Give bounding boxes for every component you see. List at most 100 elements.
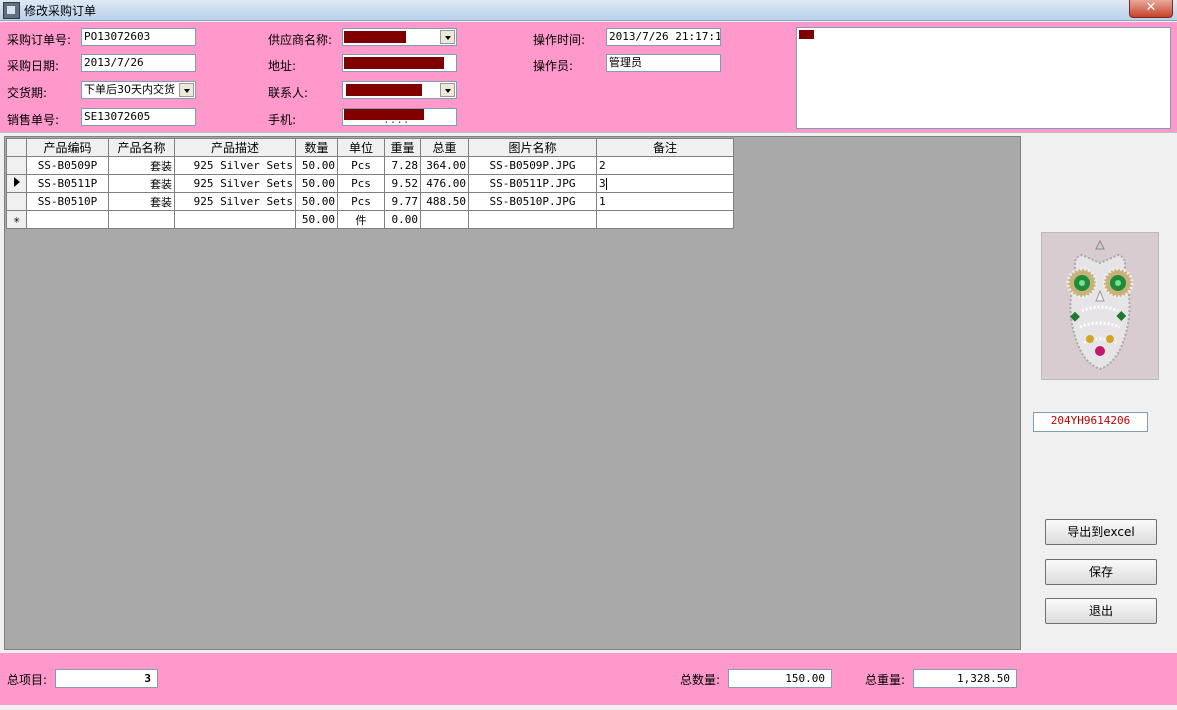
- contact-dropdown-icon[interactable]: [440, 83, 455, 97]
- op-time-label: 操作时间:: [533, 33, 586, 47]
- owl-pendant-image: [1042, 233, 1158, 379]
- cell-qty[interactable]: 50.00: [295, 156, 338, 175]
- cell-code[interactable]: SS-B0511P: [26, 174, 109, 193]
- total-qty-field[interactable]: 150.00: [728, 669, 832, 688]
- cell-code[interactable]: [26, 210, 109, 229]
- delivery-combo[interactable]: 下单后30天内交货: [81, 81, 196, 99]
- row-selector-header: [6, 138, 27, 157]
- contact-combo[interactable]: [342, 81, 457, 99]
- column-header[interactable]: 重量: [384, 138, 421, 157]
- cell-total[interactable]: 488.50: [420, 192, 469, 211]
- cell-note[interactable]: 2: [596, 156, 734, 175]
- order-header-panel: 采购订单号: PO13072603 采购日期: 2013/7/26 交货期: 下…: [0, 22, 1177, 133]
- cell-unit[interactable]: 件: [337, 210, 385, 229]
- sales-number-label: 销售单号:: [7, 113, 60, 127]
- column-header[interactable]: 图片名称: [468, 138, 597, 157]
- total-items-field[interactable]: 3: [55, 669, 158, 688]
- cell-total[interactable]: [420, 210, 469, 229]
- table-row[interactable]: SS-B0510P 套装 925 Silver Sets 50.00 Pcs 9…: [6, 192, 734, 211]
- export-excel-button[interactable]: 导出到excel: [1045, 519, 1157, 545]
- remarks-textarea[interactable]: [796, 27, 1171, 129]
- column-header[interactable]: 备注: [596, 138, 734, 157]
- cell-weight[interactable]: 7.28: [384, 156, 421, 175]
- total-weight-label: 总重量:: [865, 673, 906, 687]
- cell-qty[interactable]: 50.00: [295, 174, 338, 193]
- delivery-dropdown-icon[interactable]: [179, 83, 194, 97]
- column-header[interactable]: 产品描述: [174, 138, 296, 157]
- po-date-label: 采购日期:: [7, 59, 60, 73]
- cell-unit[interactable]: Pcs: [337, 174, 385, 193]
- exit-button[interactable]: 退出: [1045, 598, 1157, 624]
- cell-desc[interactable]: 925 Silver Sets: [174, 156, 296, 175]
- cell-desc[interactable]: 925 Silver Sets: [174, 192, 296, 211]
- cell-note[interactable]: [596, 210, 734, 229]
- phone-label: 手机:: [268, 113, 297, 127]
- operator-field[interactable]: 管理员: [606, 54, 721, 72]
- title-bar: 修改采购订单 ✕: [0, 0, 1177, 21]
- table-row[interactable]: SS-B0509P 套装 925 Silver Sets 50.00 Pcs 7…: [6, 156, 734, 175]
- total-weight-field[interactable]: 1,328.50: [913, 669, 1017, 688]
- supplier-label: 供应商名称:: [268, 33, 333, 47]
- sales-number-field[interactable]: SE13072605: [81, 108, 196, 126]
- cell-code[interactable]: SS-B0509P: [26, 156, 109, 175]
- cell-unit[interactable]: Pcs: [337, 192, 385, 211]
- po-date-field[interactable]: 2013/7/26: [81, 54, 196, 72]
- text-cursor: [605, 178, 607, 190]
- row-selector[interactable]: [6, 192, 27, 211]
- cell-qty[interactable]: 50.00: [295, 192, 338, 211]
- new-row[interactable]: ✳ 50.00 件 0.00: [6, 210, 734, 229]
- cell-unit[interactable]: Pcs: [337, 156, 385, 175]
- cell-note[interactable]: 1: [596, 192, 734, 211]
- cell-image[interactable]: SS-B0510P.JPG: [468, 192, 597, 211]
- cell-qty[interactable]: 50.00: [295, 210, 338, 229]
- totals-panel: 总项目: 3 总数量: 150.00 总重量: 1,328.50: [0, 653, 1177, 705]
- save-button[interactable]: 保存: [1045, 559, 1157, 585]
- cell-image[interactable]: SS-B0509P.JPG: [468, 156, 597, 175]
- cell-desc[interactable]: [174, 210, 296, 229]
- column-header[interactable]: 产品名称: [108, 138, 175, 157]
- cell-weight[interactable]: 9.77: [384, 192, 421, 211]
- supplier-dropdown-icon[interactable]: [440, 30, 455, 44]
- row-selector[interactable]: [6, 156, 27, 175]
- phone-redaction: [344, 109, 424, 120]
- column-header[interactable]: 单位: [337, 138, 385, 157]
- po-number-field[interactable]: PO13072603: [81, 28, 196, 46]
- cell-name[interactable]: 套装: [108, 156, 175, 175]
- supplier-combo[interactable]: [342, 28, 457, 46]
- cell-note-editing[interactable]: 3: [596, 174, 734, 193]
- new-row-asterisk-icon[interactable]: ✳: [6, 210, 27, 229]
- column-header[interactable]: 数量: [295, 138, 338, 157]
- column-header[interactable]: 产品编码: [26, 138, 109, 157]
- cell-name[interactable]: [108, 210, 175, 229]
- supplier-redaction: [344, 31, 406, 43]
- address-field[interactable]: [342, 54, 457, 72]
- current-row-marker-icon[interactable]: [6, 174, 27, 193]
- table-header-row: 产品编码 产品名称 产品描述 数量 单位 重量 总重 图片名称 备注: [6, 138, 734, 157]
- product-image: [1041, 232, 1159, 380]
- product-side-panel: 204YH9614206 导出到excel 保存 退出: [1022, 136, 1174, 650]
- cell-total[interactable]: 476.00: [420, 174, 469, 193]
- cell-image[interactable]: [468, 210, 597, 229]
- cell-total[interactable]: 364.00: [420, 156, 469, 175]
- column-header[interactable]: 总重: [420, 138, 469, 157]
- po-number-label: 采购订单号:: [7, 33, 72, 47]
- cell-name[interactable]: 套装: [108, 192, 175, 211]
- delivery-value: 下单后30天内交货: [84, 83, 175, 96]
- cell-weight[interactable]: 9.52: [384, 174, 421, 193]
- remarks-redaction: [799, 30, 814, 39]
- delivery-label: 交货期:: [7, 86, 48, 100]
- op-time-field[interactable]: 2013/7/26 21:17:17: [606, 28, 721, 46]
- cell-code[interactable]: SS-B0510P: [26, 192, 109, 211]
- table-row[interactable]: SS-B0511P 套装 925 Silver Sets 50.00 Pcs 9…: [6, 174, 734, 193]
- row-arrow-icon: [13, 177, 20, 187]
- cell-desc[interactable]: 925 Silver Sets: [174, 174, 296, 193]
- cell-name[interactable]: 套装: [108, 174, 175, 193]
- contact-redaction: [346, 84, 422, 96]
- cell-image[interactable]: SS-B0511P.JPG: [468, 174, 597, 193]
- close-button[interactable]: ✕: [1129, 0, 1173, 18]
- phone-field[interactable]: ....: [342, 108, 457, 126]
- cell-weight[interactable]: 0.00: [384, 210, 421, 229]
- product-code-field[interactable]: 204YH9614206: [1033, 412, 1148, 432]
- window-title: 修改采购订单: [24, 4, 97, 18]
- contact-label: 联系人:: [268, 86, 309, 100]
